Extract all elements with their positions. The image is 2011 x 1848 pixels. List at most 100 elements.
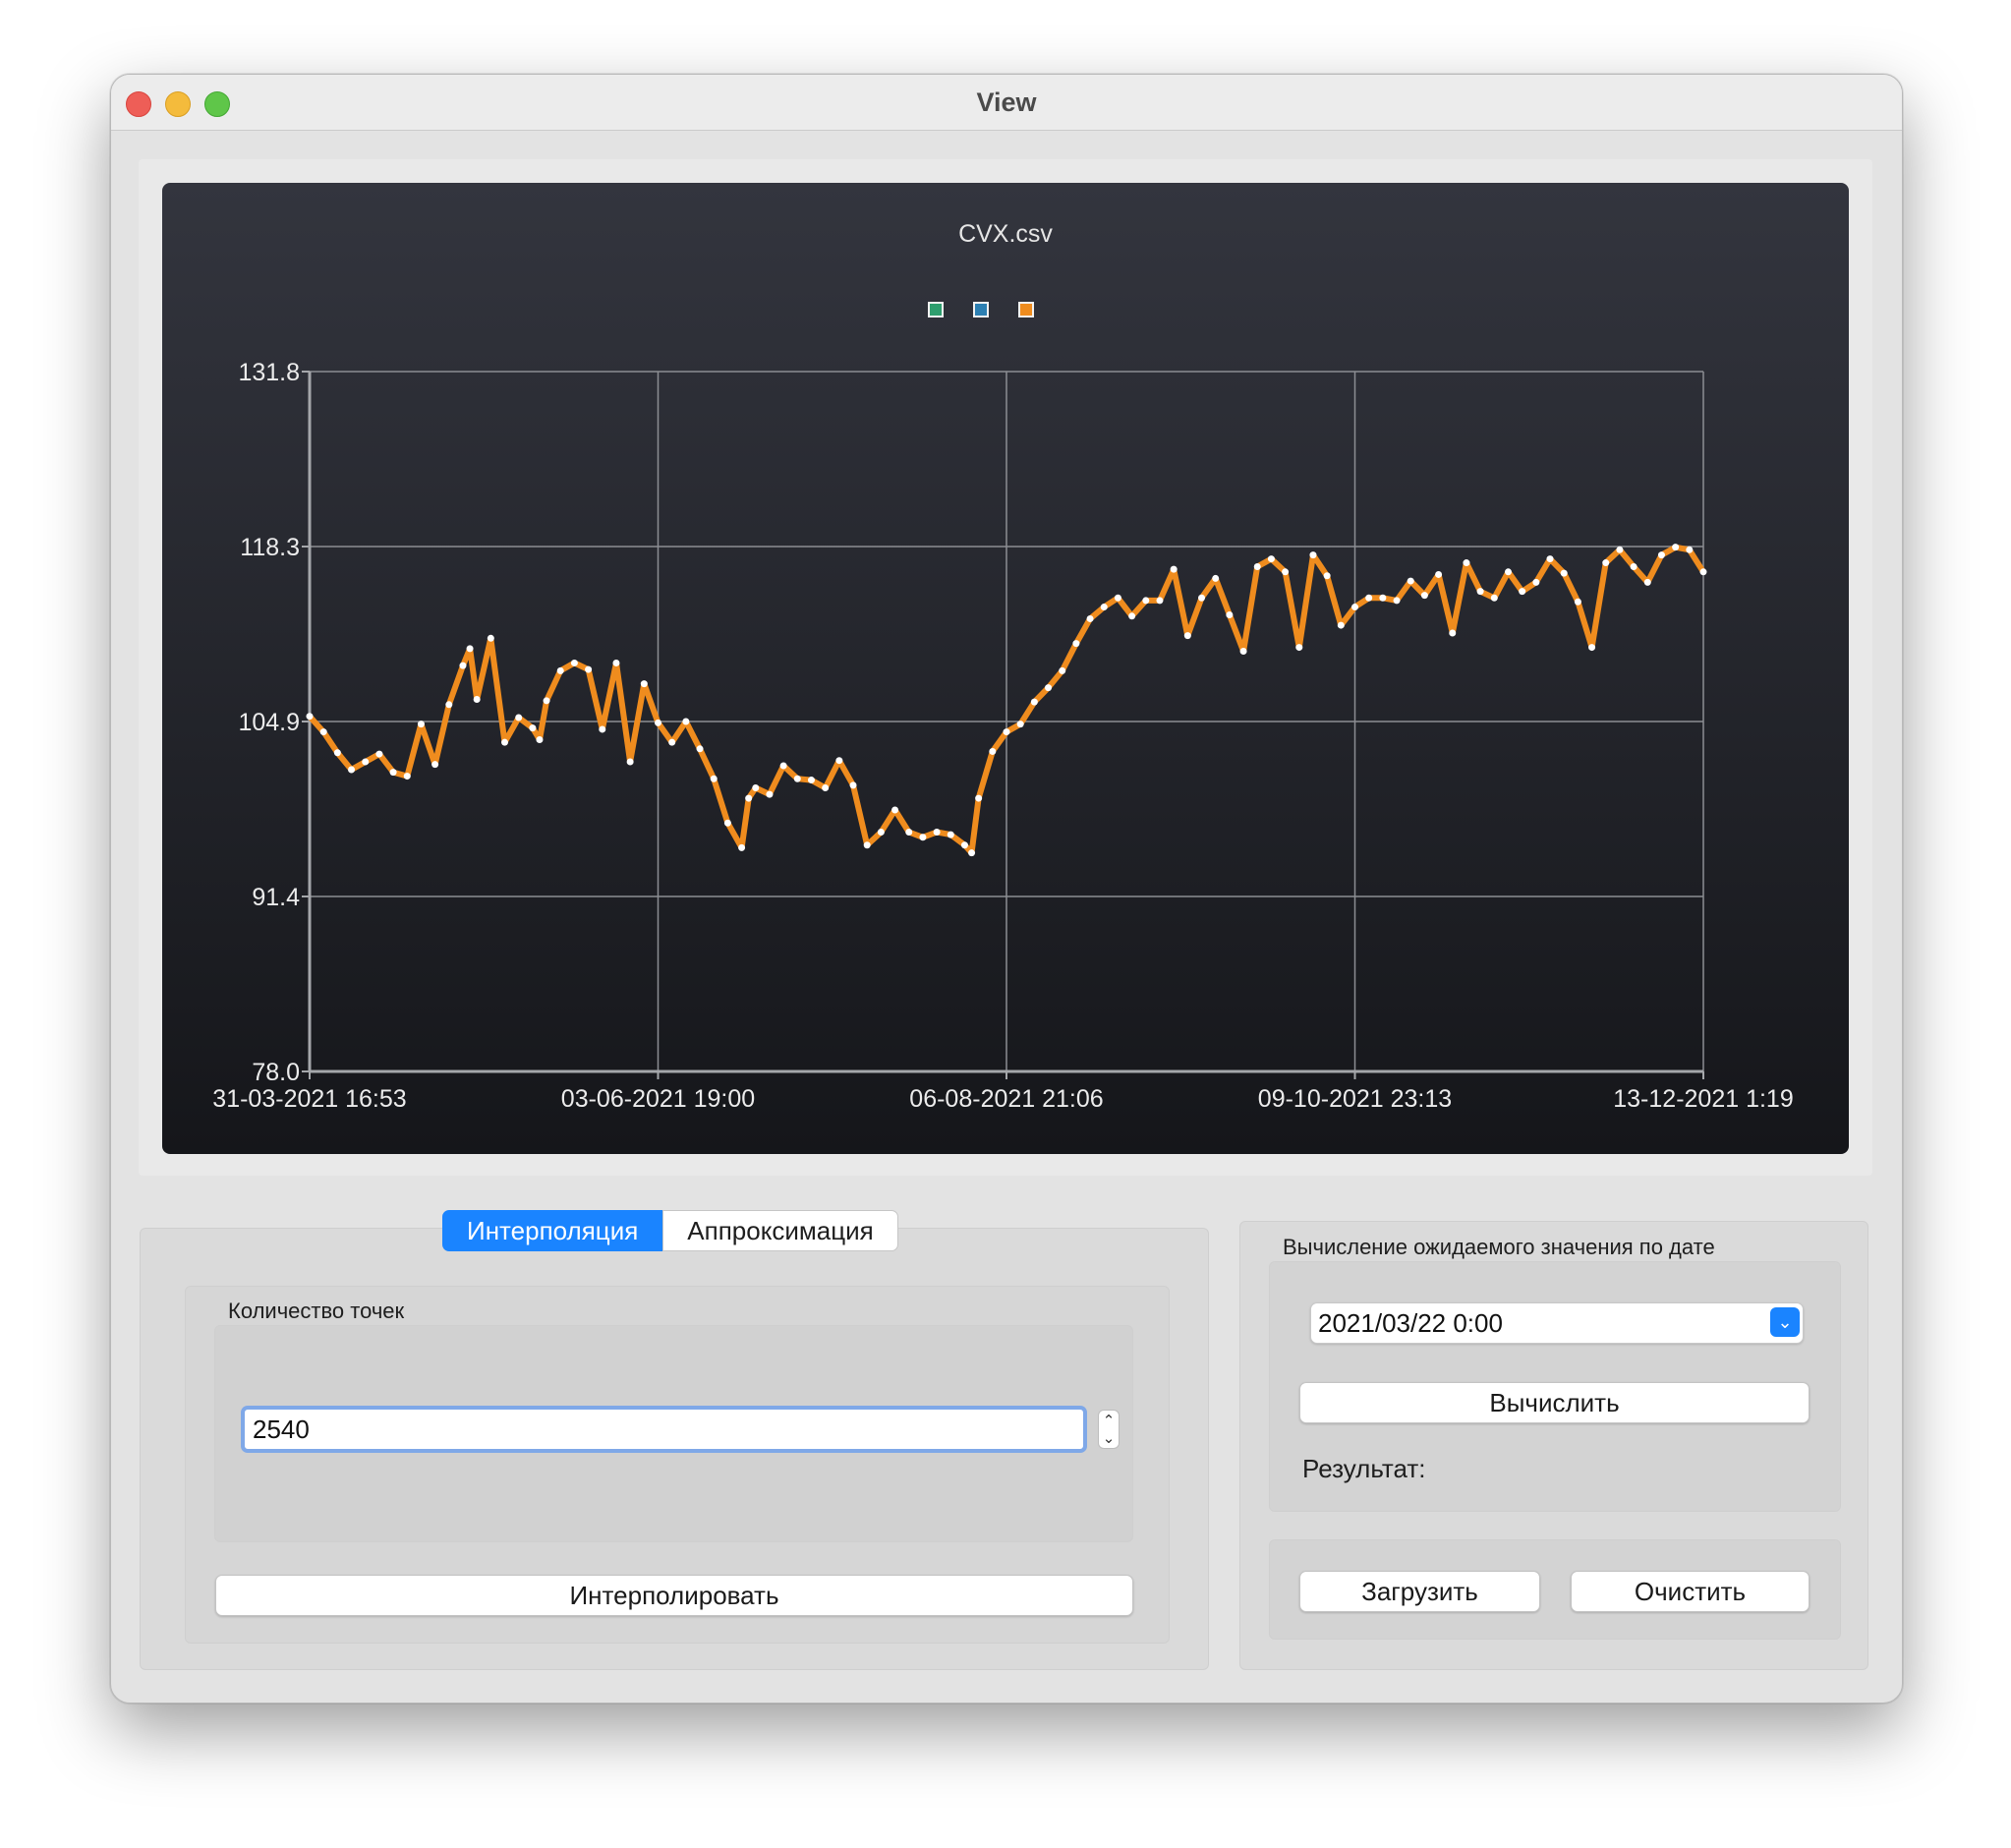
data-point (1616, 546, 1624, 553)
data-point (1546, 555, 1554, 563)
y-tick-label: 91.4 (252, 884, 300, 911)
data-point (1156, 597, 1164, 605)
data-point (849, 781, 857, 789)
chart-title: CVX.csv (958, 220, 1053, 248)
method-tabs: Интерполяция Аппроксимация (442, 1210, 898, 1251)
x-tick-label: 09-10-2021 23:13 (1258, 1085, 1452, 1113)
data-point (1295, 644, 1303, 652)
tab-interpolation[interactable]: Интерполяция (442, 1210, 663, 1251)
date-select[interactable]: 2021/03/22 0:00 ⌄ (1310, 1302, 1804, 1344)
data-point (1170, 565, 1178, 573)
data-point (612, 659, 620, 666)
data-point (933, 828, 941, 836)
x-tick-label: 13-12-2021 1:19 (1613, 1085, 1793, 1113)
data-point (1142, 597, 1150, 605)
data-point (1657, 551, 1665, 559)
x-axis-tick-labels: 31-03-2021 16:53 03-06-2021 19:00 06-08-20… (212, 1085, 1793, 1113)
data-point (1282, 568, 1290, 576)
data-point (905, 828, 913, 836)
data-point (1365, 594, 1373, 602)
data-point (1323, 572, 1331, 580)
points-count-stepper[interactable]: ⌃ ⌄ (1098, 1410, 1120, 1449)
data-point (738, 843, 746, 851)
data-point (1699, 568, 1707, 576)
data-point (1045, 684, 1053, 692)
data-point (863, 841, 871, 849)
data-point (668, 738, 676, 746)
points-count-title: Количество точек (228, 1299, 405, 1323)
data-point (1504, 568, 1512, 576)
points-count-input[interactable]: 2540 (245, 1410, 1083, 1449)
data-point (1643, 578, 1651, 586)
data-point (1463, 559, 1470, 567)
data-point (682, 718, 690, 725)
load-button[interactable]: Загрузить (1299, 1571, 1540, 1612)
data-point (389, 769, 397, 777)
data-point (1686, 546, 1694, 553)
data-point (947, 831, 954, 838)
legend-marker-2 (973, 302, 989, 318)
data-point (655, 719, 661, 726)
x-tick-label: 03-06-2021 19:00 (561, 1085, 755, 1113)
data-point (1239, 648, 1247, 656)
data-point (745, 794, 753, 802)
calculate-button[interactable]: Вычислить (1299, 1382, 1810, 1423)
data-point (543, 697, 550, 705)
result-label: Результат: (1302, 1454, 1426, 1483)
data-point (1393, 597, 1401, 605)
data-point (515, 714, 523, 722)
data-point (431, 761, 439, 769)
data-point (1072, 640, 1080, 648)
window-title: View (976, 87, 1037, 117)
chart-svg: CVX.csv 131.8 118.3 104.9 91.4 78.0 31-03-20… (212, 220, 1793, 1113)
data-point (1490, 594, 1498, 602)
data-point (1476, 588, 1484, 596)
title-bar[interactable]: View (111, 75, 1902, 131)
date-select-value: 2021/03/22 0:00 (1318, 1308, 1503, 1338)
data-point (919, 834, 927, 841)
data-point (1267, 555, 1275, 563)
data-point (968, 849, 976, 857)
y-axis-tick-labels: 131.8 118.3 104.9 91.4 78.0 (238, 359, 300, 1086)
clear-button[interactable]: Очистить (1571, 1571, 1810, 1612)
data-point (1519, 588, 1526, 596)
data-point (891, 806, 899, 814)
data-point (779, 762, 787, 770)
data-point (1532, 578, 1540, 586)
data-point (599, 725, 606, 733)
data-point (1016, 721, 1024, 728)
data-point (570, 659, 578, 666)
data-point (333, 749, 341, 757)
data-point (375, 750, 383, 758)
data-point (445, 701, 453, 709)
data-point (536, 736, 544, 744)
data-point (626, 758, 634, 766)
data-point (529, 724, 537, 732)
data-point (1574, 598, 1581, 606)
data-point (348, 766, 356, 774)
data-point (696, 745, 704, 753)
data-point (473, 696, 481, 704)
chart-frame: CVX.csv 131.8 118.3 104.9 91.4 78.0 31-03-20… (139, 159, 1872, 1176)
interpolate-button[interactable]: Интерполировать (215, 1575, 1133, 1616)
data-point (1588, 644, 1596, 652)
stepper-down-icon[interactable]: ⌄ (1103, 1429, 1116, 1447)
data-point (989, 747, 997, 755)
data-point (752, 783, 760, 791)
data-point (403, 773, 411, 780)
data-point (1226, 610, 1234, 618)
data-point (319, 728, 327, 736)
x-tick-label: 06-08-2021 21:06 (909, 1085, 1103, 1113)
data-point (1672, 544, 1680, 551)
data-point (1449, 629, 1457, 637)
data-point (501, 738, 509, 746)
data-point (585, 665, 593, 673)
legend-marker-3 (1018, 302, 1034, 318)
tab-approximation[interactable]: Аппроксимация (662, 1210, 898, 1251)
stepper-up-icon[interactable]: ⌃ (1103, 1412, 1116, 1429)
data-point (556, 666, 564, 674)
data-point (1630, 563, 1638, 571)
chevron-down-icon[interactable]: ⌄ (1770, 1307, 1800, 1337)
data-point (710, 775, 718, 782)
data-point (1602, 559, 1610, 567)
